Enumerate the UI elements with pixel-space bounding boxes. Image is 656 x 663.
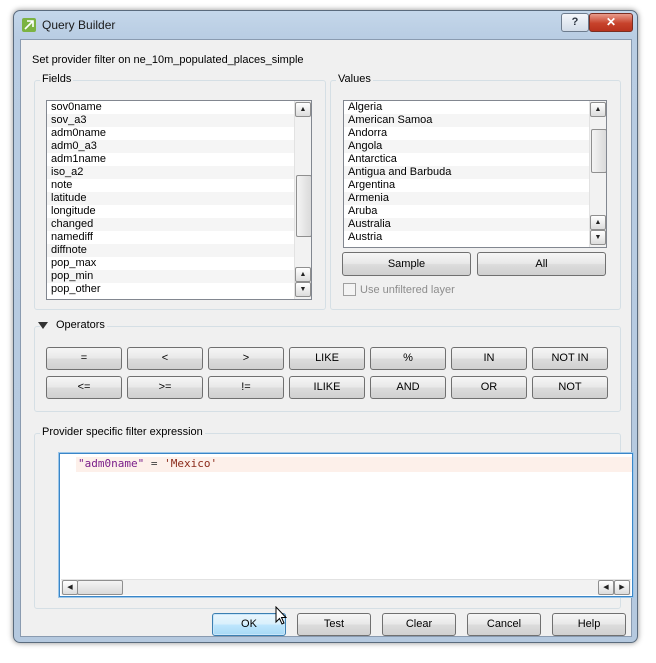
scroll-up-icon[interactable]: ▲ — [295, 102, 311, 117]
list-item[interactable]: American Samoa — [344, 114, 606, 127]
fields-group-title: Fields — [40, 73, 74, 85]
list-item[interactable]: pop_max — [47, 257, 311, 270]
scroll-right-icon[interactable]: ▶ — [614, 580, 630, 595]
operator-button[interactable]: IN — [451, 347, 527, 370]
operator-button[interactable]: LIKE — [289, 347, 365, 370]
scroll-down-icon[interactable]: ▼ — [590, 230, 606, 245]
window-title: Query Builder — [42, 18, 116, 32]
values-group: Values Algeria American Samoa Andorra Angol… — [330, 73, 621, 310]
list-item[interactable]: Aruba — [344, 205, 606, 218]
scroll-up-icon[interactable]: ▲ — [295, 267, 311, 282]
operator-button[interactable]: = — [46, 347, 122, 370]
scroll-up-icon[interactable]: ▲ — [590, 102, 606, 117]
expression-value-token: 'Mexico' — [164, 457, 218, 470]
test-button[interactable]: Test — [297, 613, 371, 636]
list-item[interactable]: note — [47, 179, 311, 192]
collapse-triangle-icon[interactable] — [38, 322, 48, 330]
list-item[interactable]: Algeria — [344, 101, 606, 114]
list-item[interactable]: Antarctica — [344, 153, 606, 166]
filter-expression-editor[interactable]: "adm0name" = 'Mexico' ◀ ◀ ▶ — [59, 453, 633, 597]
editor-horizontal-scrollbar[interactable]: ◀ ◀ ▶ — [61, 579, 631, 595]
operator-button[interactable]: NOT IN — [532, 347, 608, 370]
scroll-thumb[interactable] — [591, 129, 606, 173]
operators-group-title[interactable]: Operators — [40, 319, 107, 331]
list-item[interactable]: sov0name — [47, 101, 311, 114]
use-unfiltered-label: Use unfiltered layer — [360, 284, 455, 296]
operator-button[interactable]: % — [370, 347, 446, 370]
help-button[interactable]: Help — [552, 613, 626, 636]
scroll-down-icon[interactable]: ▼ — [295, 282, 311, 297]
expression-group-title: Provider specific filter expression — [40, 426, 205, 438]
values-list[interactable]: Algeria American Samoa Andorra Angola Antarc… — [343, 100, 607, 248]
fields-items: sov0name sov_a3 adm0name adm0_a3 adm1name iso… — [47, 101, 311, 296]
list-item[interactable]: Argentina — [344, 179, 606, 192]
list-item[interactable]: longitude — [47, 205, 311, 218]
values-scrollbar[interactable]: ▲ ▲ ▼ — [589, 101, 606, 247]
use-unfiltered-checkbox[interactable] — [343, 283, 356, 296]
operator-button[interactable]: != — [208, 376, 284, 399]
list-item[interactable]: pop_other — [47, 283, 311, 296]
scroll-up-icon[interactable]: ▲ — [590, 215, 606, 230]
values-group-title: Values — [336, 73, 373, 85]
operator-button[interactable]: >= — [127, 376, 203, 399]
expression-code: "adm0name" = 'Mexico' — [78, 457, 217, 470]
operator-button[interactable]: AND — [370, 376, 446, 399]
dialog-client-area: Set provider filter on ne_10m_populated_… — [20, 39, 633, 637]
list-item[interactable]: Antigua and Barbuda — [344, 166, 606, 179]
cancel-button[interactable]: Cancel — [467, 613, 541, 636]
close-button[interactable]: ✕ — [589, 13, 633, 32]
operator-button[interactable]: ILIKE — [289, 376, 365, 399]
list-item[interactable]: sov_a3 — [47, 114, 311, 127]
operator-button[interactable]: OR — [451, 376, 527, 399]
list-item[interactable]: Australia — [344, 218, 606, 231]
list-item[interactable]: diffnote — [47, 244, 311, 257]
expression-operator-token: = — [144, 457, 165, 470]
fields-group: Fields sov0name sov_a3 adm0name adm0_a3 adm1… — [34, 73, 326, 310]
list-item[interactable]: adm0_a3 — [47, 140, 311, 153]
list-item[interactable]: adm0name — [47, 127, 311, 140]
operators-group: Operators = < > LIKE% IN NOT IN <= >= != ILIKE AN… — [34, 319, 621, 412]
list-item[interactable]: Andorra — [344, 127, 606, 140]
operator-button[interactable]: NOT — [532, 376, 608, 399]
scroll-left-icon[interactable]: ◀ — [598, 580, 614, 595]
list-item[interactable]: namediff — [47, 231, 311, 244]
list-item[interactable]: Angola — [344, 140, 606, 153]
list-item[interactable]: changed — [47, 218, 311, 231]
horizontal-scroll-thumb[interactable] — [77, 580, 123, 595]
scroll-left-icon[interactable]: ◀ — [62, 580, 78, 595]
title-help-button[interactable]: ? — [561, 13, 589, 32]
filter-description: Set provider filter on ne_10m_populated_… — [32, 54, 304, 66]
scroll-thumb[interactable] — [296, 175, 311, 237]
sample-button[interactable]: Sample — [342, 252, 471, 276]
list-item[interactable]: latitude — [47, 192, 311, 205]
qgis-app-icon — [22, 18, 36, 32]
list-item[interactable]: Austria — [344, 231, 606, 244]
query-builder-window: Query Builder ? ✕ Set provider filter on… — [13, 10, 638, 643]
all-button[interactable]: All — [477, 252, 606, 276]
mouse-cursor-icon — [275, 606, 287, 625]
clear-button[interactable]: Clear — [382, 613, 456, 636]
list-item[interactable]: Armenia — [344, 192, 606, 205]
operator-button[interactable]: > — [208, 347, 284, 370]
fields-list[interactable]: sov0name sov_a3 adm0name adm0_a3 adm1name iso… — [46, 100, 312, 300]
values-items: Algeria American Samoa Andorra Angola Antarc… — [344, 101, 606, 244]
list-item[interactable]: pop_min — [47, 270, 311, 283]
fields-scrollbar[interactable]: ▲ ▲ ▼ — [294, 101, 311, 299]
list-item[interactable]: iso_a2 — [47, 166, 311, 179]
title-bar[interactable]: Query Builder ? ✕ — [14, 11, 637, 39]
operator-button[interactable]: < — [127, 347, 203, 370]
list-item[interactable]: adm1name — [47, 153, 311, 166]
operator-button[interactable]: <= — [46, 376, 122, 399]
close-icon: ✕ — [605, 15, 617, 29]
expression-field-token: "adm0name" — [78, 457, 145, 470]
